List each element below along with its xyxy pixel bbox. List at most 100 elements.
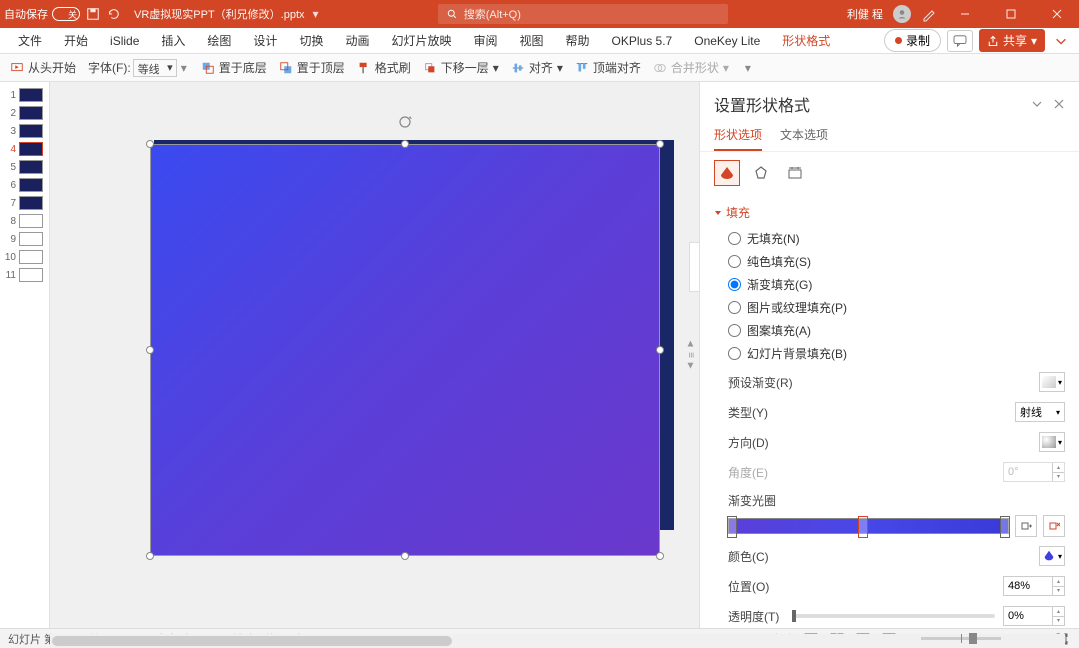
fill-none-radio[interactable]: 无填充(N) [728,227,1065,250]
fill-pattern-radio[interactable]: 图案填充(A) [728,319,1065,342]
preset-gradient-label: 预设渐变(R) [728,374,793,391]
thumbnail-6[interactable]: 6 [0,176,49,194]
gradient-stop-end[interactable] [1000,516,1010,538]
bring-to-front-button[interactable]: 置于顶层 [279,59,345,76]
tab-animations[interactable]: 动画 [335,28,379,53]
tab-transitions[interactable]: 切换 [289,28,333,53]
tab-islide[interactable]: iSlide [100,30,149,52]
fill-slidebg-radio[interactable]: 幻灯片背景填充(B) [728,342,1065,365]
fill-section-header[interactable]: 填充 [714,200,1065,225]
zoom-slider[interactable] [921,637,1001,640]
minimize-button[interactable] [947,0,983,28]
collapse-ribbon-button[interactable] [1051,31,1071,51]
color-picker-button[interactable]: ▾ [1039,546,1065,566]
thumbnail-3[interactable]: 3 [0,122,49,140]
preset-gradient-dropdown[interactable]: ▾ [1039,372,1065,392]
title-dropdown-icon[interactable]: ▾ [313,7,319,21]
thumbnail-9[interactable]: 9 [0,230,49,248]
thumbnail-4[interactable]: 4 [0,140,49,158]
thumbnail-8[interactable]: 8 [0,212,49,230]
fill-line-tab[interactable] [714,160,740,186]
thumbnail-7[interactable]: 7 [0,194,49,212]
tab-file[interactable]: 文件 [8,28,52,53]
tab-view[interactable]: 视图 [510,28,554,53]
tab-draw[interactable]: 绘图 [197,28,241,53]
handle-w[interactable] [146,346,154,354]
handle-s[interactable] [401,552,409,560]
side-nav-icon[interactable]: ▲ ≡ ▼ [685,338,696,371]
add-stop-button[interactable] [1015,515,1037,537]
autosave-toggle[interactable]: 自动保存 关 [4,6,80,22]
transparency-input[interactable]: 0%▴▾ [1003,606,1065,626]
autosave-pill[interactable]: 关 [52,7,80,21]
pen-icon[interactable] [921,6,937,22]
tab-shape-format[interactable]: 形状格式 [772,28,840,53]
gradient-track[interactable] [728,518,1009,534]
transparency-slider[interactable] [792,614,995,618]
fill-picture-radio[interactable]: 图片或纹理填充(P) [728,296,1065,319]
comments-button[interactable] [947,30,973,52]
tab-review[interactable]: 审阅 [463,28,507,53]
maximize-button[interactable] [993,0,1029,28]
text-options-tab[interactable]: 文本选项 [780,122,828,151]
handle-se[interactable] [656,552,664,560]
tab-help[interactable]: 帮助 [556,28,600,53]
handle-n[interactable] [401,140,409,148]
gradient-type-dropdown[interactable]: 射线▾ [1015,402,1065,422]
handle-e[interactable] [656,346,664,354]
send-backward-button[interactable]: 下移一层▾ [423,59,499,76]
font-selector[interactable]: 字体(F): 等线▾ ▾ [88,59,189,77]
thumbnail-panel[interactable]: 1234567891011 [0,82,50,628]
font-more-icon[interactable]: ▾ [179,61,189,75]
avatar[interactable] [893,5,911,23]
size-tab[interactable] [782,160,808,186]
thumbnail-2[interactable]: 2 [0,104,49,122]
tab-home[interactable]: 开始 [54,28,98,53]
thumbnail-11[interactable]: 11 [0,266,49,284]
format-painter-button[interactable]: 格式刷 [357,59,411,76]
tab-onekey[interactable]: OneKey Lite [684,30,770,52]
font-dropdown[interactable]: 等线▾ [133,59,177,77]
titlebar: 自动保存 关 VR虚拟现实PPT（利兄修改）.pptx ▾ 搜索(Alt+Q) … [0,0,1079,28]
save-icon[interactable] [86,7,100,21]
close-button[interactable] [1039,0,1075,28]
align-button[interactable]: 对齐▾ [511,59,563,76]
thumbnail-5[interactable]: 5 [0,158,49,176]
effects-tab[interactable] [748,160,774,186]
position-input[interactable]: 48%▴▾ [1003,576,1065,596]
scrollbar-thumb[interactable] [52,636,452,646]
rotate-handle[interactable] [397,114,413,133]
panel-options-icon[interactable] [1031,98,1043,110]
tab-slideshow[interactable]: 幻灯片放映 [381,28,461,53]
horizontal-scrollbar[interactable] [50,634,1065,648]
gradient-stop-start[interactable] [727,516,737,538]
record-button[interactable]: 录制 [884,29,941,52]
fill-solid-radio[interactable]: 纯色填充(S) [728,250,1065,273]
direction-dropdown[interactable]: ▾ [1039,432,1065,452]
angle-input: 0°▴▾ [1003,462,1065,482]
toolbar-overflow-icon[interactable]: ▾ [745,61,751,75]
canvas-area[interactable]: ▲ ≡ ▼ [50,82,699,628]
thumbnail-10[interactable]: 10 [0,248,49,266]
undo-icon[interactable] [106,7,120,21]
handle-ne[interactable] [656,140,664,148]
handle-sw[interactable] [146,552,154,560]
share-button[interactable]: 共享▾ [979,29,1045,52]
selected-shape[interactable] [150,144,660,556]
tab-okplus[interactable]: OKPlus 5.7 [602,30,683,52]
quick-toolbar: 从头开始 字体(F): 等线▾ ▾ 置于底层 置于顶层 格式刷 下移一层▾ 对齐… [0,54,1079,82]
handle-nw[interactable] [146,140,154,148]
from-beginning-button[interactable]: 从头开始 [10,59,76,76]
shape-options-tab[interactable]: 形状选项 [714,122,762,151]
thumbnail-1[interactable]: 1 [0,86,49,104]
search-box[interactable]: 搜索(Alt+Q) [438,4,728,24]
top-align-button[interactable]: 顶端对齐 [575,59,641,76]
tab-design[interactable]: 设计 [243,28,287,53]
send-to-back-button[interactable]: 置于底层 [201,59,267,76]
gradient-stop-selected[interactable] [858,516,868,538]
fill-gradient-radio[interactable]: 渐变填充(G) [728,273,1065,296]
panel-close-icon[interactable] [1053,98,1065,110]
panel-collapse-tab[interactable] [689,242,699,292]
remove-stop-button[interactable] [1043,515,1065,537]
tab-insert[interactable]: 插入 [151,28,195,53]
